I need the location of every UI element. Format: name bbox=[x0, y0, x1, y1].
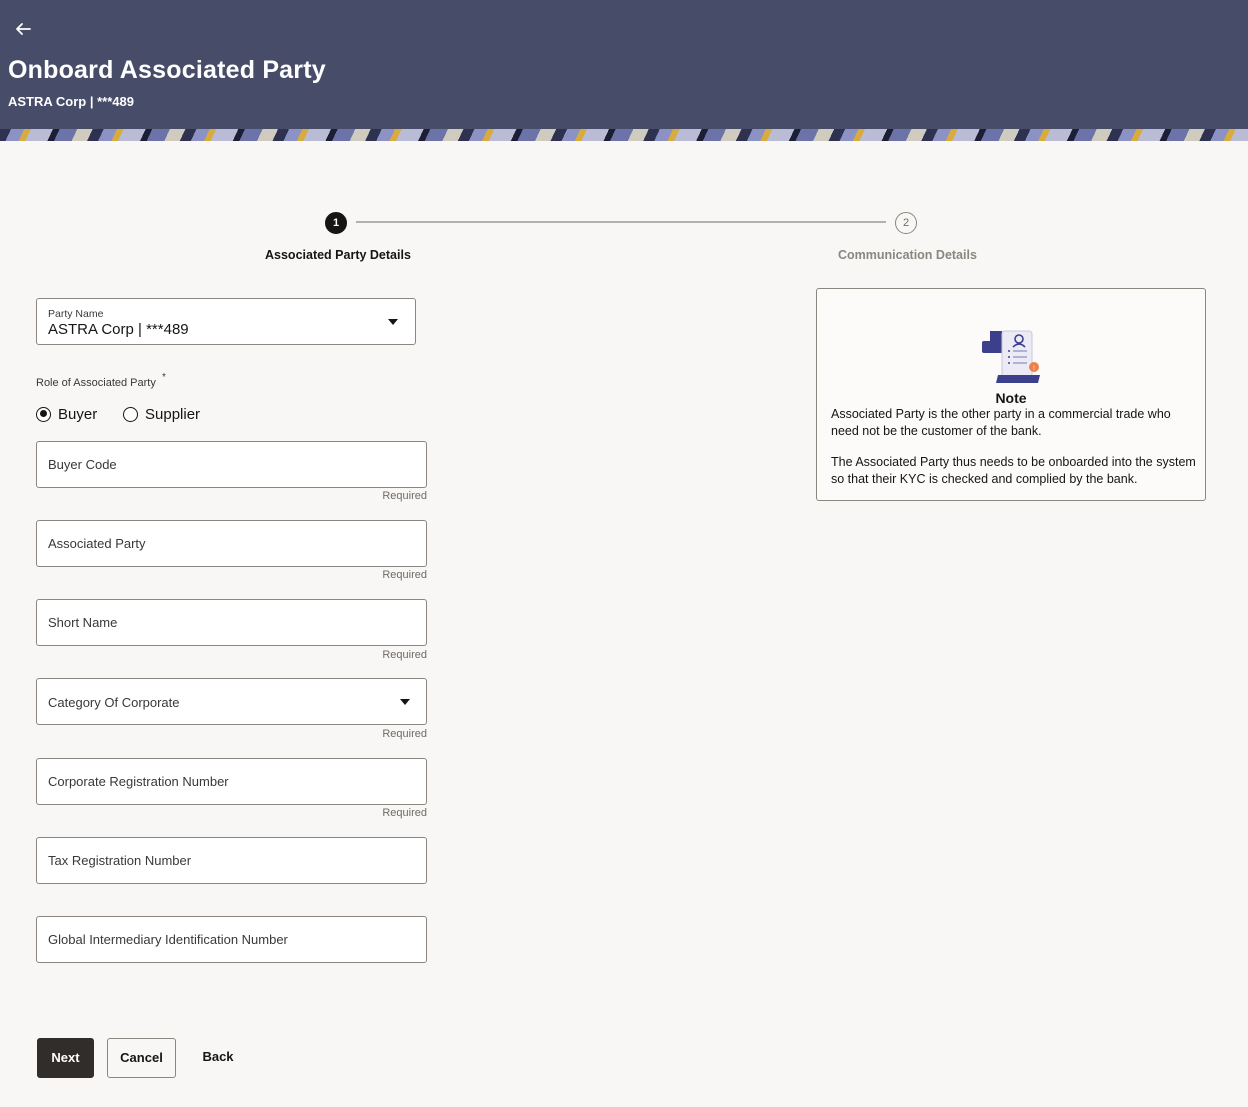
step-2-label: Communication Details bbox=[838, 248, 977, 262]
radio-unchecked-icon[interactable] bbox=[123, 406, 138, 422]
associated-party-required-hint: Required bbox=[382, 569, 427, 581]
page-header: Onboard Associated Party ASTRA Corp | **… bbox=[0, 0, 1248, 141]
document-illustration-icon: ! bbox=[982, 330, 1040, 383]
chevron-down-icon bbox=[388, 319, 398, 325]
note-paragraph-1: Associated Party is the other party in a… bbox=[831, 407, 1171, 438]
arrow-left-icon[interactable] bbox=[14, 20, 36, 42]
note-card: ! Note Associated Party is the other par… bbox=[816, 288, 1206, 501]
stepper-connector bbox=[356, 221, 886, 223]
radio-checked-icon[interactable] bbox=[36, 406, 51, 422]
short-name-required-hint: Required bbox=[382, 649, 427, 661]
chevron-down-icon bbox=[400, 699, 410, 705]
category-required-hint: Required bbox=[382, 728, 427, 740]
role-radio-buyer[interactable]: Buyer bbox=[36, 405, 97, 423]
page-subtitle: ASTRA Corp | ***489 bbox=[8, 94, 134, 109]
corp-reg-placeholder: Corporate Registration Number bbox=[48, 774, 229, 789]
step-2-indicator: 2 bbox=[895, 212, 917, 234]
corporate-registration-number-input[interactable]: Corporate Registration Number bbox=[36, 758, 427, 805]
role-radio-supplier-label: Supplier bbox=[145, 405, 201, 423]
buyer-code-input[interactable]: Buyer Code bbox=[36, 441, 427, 488]
party-name-select[interactable]: Party Name ASTRA Corp | ***489 bbox=[36, 298, 416, 345]
next-button[interactable]: Next bbox=[37, 1038, 94, 1078]
short-name-placeholder: Short Name bbox=[48, 615, 118, 630]
associated-party-input[interactable]: Associated Party bbox=[36, 520, 427, 567]
role-radio-buyer-label: Buyer bbox=[58, 405, 98, 423]
required-asterisk: * bbox=[162, 372, 166, 383]
cancel-button[interactable]: Cancel bbox=[107, 1038, 176, 1078]
short-name-input[interactable]: Short Name bbox=[36, 599, 427, 646]
page-title: Onboard Associated Party bbox=[8, 56, 326, 84]
header-decorative-pattern bbox=[0, 129, 1248, 141]
svg-text:!: ! bbox=[1033, 365, 1035, 372]
step-1-label: Associated Party Details bbox=[265, 248, 411, 262]
associated-party-placeholder: Associated Party bbox=[48, 536, 146, 551]
tax-reg-placeholder: Tax Registration Number bbox=[48, 853, 192, 868]
buyer-code-required-hint: Required bbox=[382, 490, 427, 502]
giin-input[interactable]: Global Intermediary Identification Numbe… bbox=[36, 916, 427, 963]
step-1-indicator: 1 bbox=[325, 212, 347, 234]
note-title: Note bbox=[995, 390, 1027, 406]
party-name-value: ASTRA Corp | ***489 bbox=[48, 321, 189, 338]
role-label: Role of Associated Party bbox=[36, 377, 156, 389]
buyer-code-placeholder: Buyer Code bbox=[48, 457, 117, 472]
tax-registration-number-input[interactable]: Tax Registration Number bbox=[36, 837, 427, 884]
category-of-corporate-select[interactable]: Category Of Corporate bbox=[36, 678, 427, 725]
back-button[interactable]: Back bbox=[194, 1038, 242, 1078]
category-placeholder: Category Of Corporate bbox=[48, 695, 180, 710]
party-name-label: Party Name bbox=[48, 308, 104, 320]
note-paragraph-2: The Associated Party thus needs to be on… bbox=[831, 455, 1196, 486]
giin-placeholder: Global Intermediary Identification Numbe… bbox=[48, 932, 288, 947]
role-radio-supplier[interactable]: Supplier bbox=[123, 405, 200, 423]
corp-reg-required-hint: Required bbox=[382, 807, 427, 819]
